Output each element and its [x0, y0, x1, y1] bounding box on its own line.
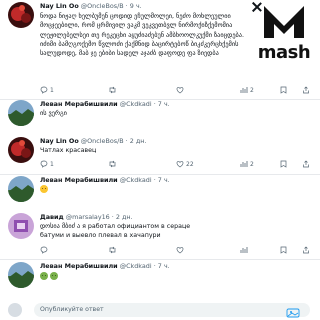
views-icon [240, 87, 248, 93]
post-text [40, 272, 59, 281]
reply-send-button[interactable] [284, 303, 302, 318]
close-icon[interactable] [252, 2, 262, 12]
divider [0, 259, 320, 260]
avatar[interactable] [8, 2, 34, 28]
share-action[interactable] [302, 246, 310, 254]
share-icon [303, 86, 309, 94]
nauseated-emoji-icon [50, 272, 59, 280]
reply-input[interactable]: Опубликуйте ответ [34, 303, 310, 317]
post-time[interactable]: 2 дн. [130, 137, 147, 145]
views-icon [240, 247, 248, 253]
reply-count: 1 [50, 160, 54, 168]
repost-icon [109, 246, 116, 254]
repost-action[interactable] [108, 246, 117, 254]
post-time[interactable]: 7 ч. [158, 176, 170, 184]
author-name[interactable]: Леван Мерабишвили [40, 100, 118, 108]
heart-icon [176, 87, 184, 94]
post-1[interactable]: Nay Lin Oo @OncleBos/B · 9 ч. ნოდა ნიჟაღ… [0, 0, 320, 98]
bookmark-icon [280, 86, 287, 94]
repost-action[interactable] [108, 160, 117, 168]
author-name[interactable]: Леван Мерабишвили [40, 176, 118, 184]
views-count: 2 [250, 160, 254, 168]
post-3[interactable]: Nay Lin Oo @OncleBos/B · 2 дн. Чатлах кр… [0, 137, 320, 173]
like-action[interactable] [176, 246, 184, 254]
views-action[interactable] [240, 246, 248, 254]
author-handle[interactable]: @marsalay16 [66, 213, 110, 221]
post-4[interactable]: Леван Мерабишвили @Ckdkadi · 7 ч. [0, 176, 320, 202]
post-6[interactable]: Леван Мерабишвили @Ckdkadi · 7 ч. [0, 262, 320, 290]
author-handle[interactable]: @Ckdkadi [120, 100, 152, 108]
bookmark-icon [280, 246, 287, 254]
post-text: ნოდა ნიჟაღ ხელბუმენ ცოდიდ ეჩულმოლეი, ნეძ… [40, 13, 244, 58]
heart-icon [176, 161, 184, 168]
avatar[interactable] [8, 176, 34, 202]
post-2[interactable]: Леван Мерабишвили @Ckdkadi · 7 ч. ის ვერ… [0, 100, 320, 126]
avatar[interactable] [8, 262, 34, 288]
repost-icon [109, 160, 116, 168]
post-text: დოსია მბიძ ა я работал официантом в сера… [40, 223, 191, 240]
post-actions: 1 22 2 [40, 160, 310, 170]
post-actions [40, 246, 310, 256]
post-time[interactable]: 9 ч. [130, 2, 142, 10]
avatar [8, 303, 22, 317]
author-name[interactable]: Давид [40, 213, 64, 221]
post-5[interactable]: Давид @marsalay16 · 2 дн. დოსია მბიძ ა я… [0, 213, 320, 259]
views-action[interactable]: 2 [240, 160, 254, 168]
avatar[interactable] [8, 213, 34, 239]
author-handle[interactable]: @Ckdkadi [120, 176, 152, 184]
reply-icon [40, 86, 48, 94]
avatar[interactable] [8, 137, 34, 163]
post-time[interactable]: 7 ч. [158, 100, 170, 108]
author-name[interactable]: Nay Lin Oo [40, 2, 79, 10]
heart-icon [176, 247, 184, 254]
post-text [40, 185, 48, 194]
author-name[interactable]: Nay Lin Oo [40, 137, 79, 145]
reply-bar: Опубликуйте ответ [0, 300, 320, 320]
views-count: 2 [250, 86, 254, 94]
avatar[interactable] [8, 100, 34, 126]
post-time[interactable]: 7 ч. [158, 262, 170, 270]
reply-action[interactable] [40, 246, 48, 254]
share-action[interactable] [302, 86, 310, 94]
divider [0, 174, 320, 175]
like-action[interactable] [176, 86, 184, 94]
post-text: Чатлах красавец [40, 147, 97, 154]
reply-icon [40, 160, 48, 168]
post-actions: 1 2 [40, 86, 310, 96]
grinning-emoji-icon [40, 185, 48, 193]
repost-action[interactable] [108, 86, 117, 94]
views-icon [240, 161, 248, 167]
share-icon [303, 160, 309, 168]
reply-icon [40, 246, 48, 254]
repost-icon [109, 86, 116, 94]
author-handle[interactable]: @Ckdkadi [120, 262, 152, 270]
author-handle[interactable]: @OncleBos/B [81, 137, 124, 145]
bookmark-action[interactable] [280, 160, 287, 168]
reply-action[interactable]: 1 [40, 86, 54, 94]
reply-count: 1 [50, 86, 54, 94]
image-icon [286, 308, 300, 318]
like-action[interactable]: 22 [176, 160, 194, 168]
nauseated-emoji-icon [40, 272, 48, 280]
post-text: ის ვერგი [40, 110, 67, 117]
bookmark-action[interactable] [280, 86, 287, 94]
author-name[interactable]: Леван Мерабишвили [40, 262, 118, 270]
bookmark-icon [280, 160, 287, 168]
share-action[interactable] [302, 160, 310, 168]
like-count: 22 [186, 160, 194, 168]
share-icon [303, 246, 309, 254]
views-action[interactable]: 2 [240, 86, 254, 94]
post-time[interactable]: 2 дн. [116, 213, 133, 221]
reply-action[interactable]: 1 [40, 160, 54, 168]
bookmark-action[interactable] [280, 246, 287, 254]
author-handle[interactable]: @OncleBos/B [81, 2, 124, 10]
